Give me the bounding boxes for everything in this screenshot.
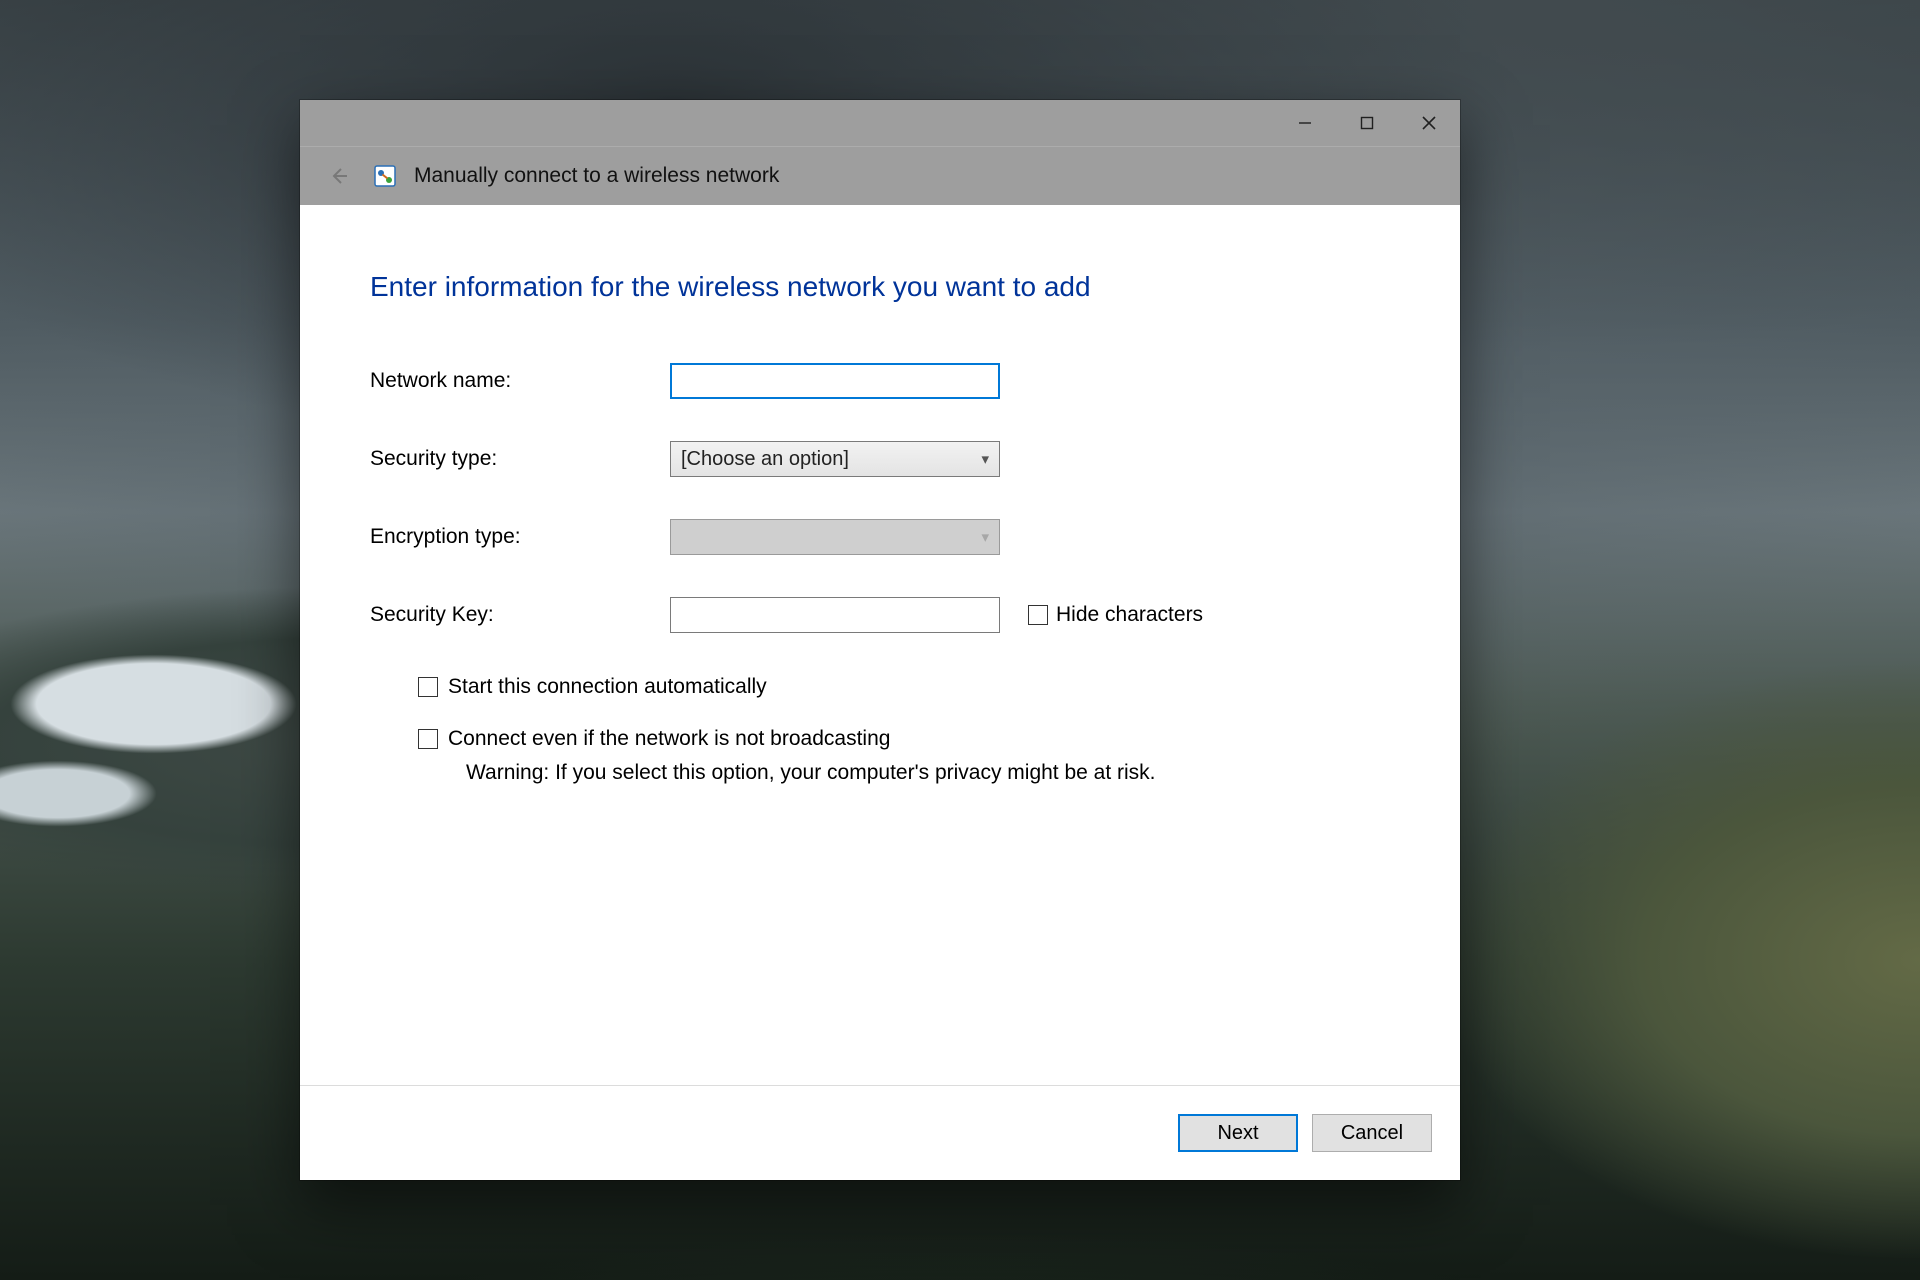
maximize-button[interactable]: [1336, 100, 1398, 146]
cancel-button[interactable]: Cancel: [1312, 1114, 1432, 1152]
connect-hidden-checkbox[interactable]: [418, 729, 438, 749]
page-heading: Enter information for the wireless netwo…: [370, 271, 1390, 303]
chevron-down-icon: ▾: [981, 528, 989, 546]
security-key-label: Security Key:: [370, 603, 670, 627]
minimize-button[interactable]: [1274, 100, 1336, 146]
encryption-type-select: ▾: [670, 519, 1000, 555]
connect-hidden-label: Connect even if the network is not broad…: [448, 727, 890, 751]
back-button[interactable]: [322, 159, 356, 193]
auto-start-checkbox[interactable]: [418, 677, 438, 697]
dialog-body: Enter information for the wireless netwo…: [300, 205, 1460, 1085]
window-title: Manually connect to a wireless network: [414, 164, 779, 188]
close-button[interactable]: [1398, 100, 1460, 146]
auto-start-option[interactable]: Start this connection automatically: [418, 675, 1390, 699]
security-type-value: [Choose an option]: [681, 448, 849, 471]
hide-characters-checkbox[interactable]: [1028, 605, 1048, 625]
encryption-type-label: Encryption type:: [370, 525, 670, 549]
wireless-network-dialog: Manually connect to a wireless network E…: [300, 100, 1460, 1180]
network-name-label: Network name:: [370, 369, 670, 393]
hide-characters-option[interactable]: Hide characters: [1028, 603, 1203, 627]
hide-characters-label: Hide characters: [1056, 603, 1203, 627]
network-name-input[interactable]: [670, 363, 1000, 399]
network-icon: [374, 165, 396, 187]
next-button[interactable]: Next: [1178, 1114, 1298, 1152]
connect-hidden-option[interactable]: Connect even if the network is not broad…: [418, 727, 1390, 751]
dialog-footer: Next Cancel: [300, 1085, 1460, 1180]
titlebar: [300, 100, 1460, 146]
cancel-button-label: Cancel: [1341, 1122, 1403, 1145]
security-type-label: Security type:: [370, 447, 670, 471]
privacy-warning: Warning: If you select this option, your…: [466, 761, 1390, 785]
security-type-select[interactable]: [Choose an option] ▾: [670, 441, 1000, 477]
wizard-header: Manually connect to a wireless network: [300, 146, 1460, 205]
chevron-down-icon: ▾: [981, 450, 989, 468]
security-key-input[interactable]: [670, 597, 1000, 633]
next-button-label: Next: [1217, 1122, 1258, 1145]
auto-start-label: Start this connection automatically: [448, 675, 767, 699]
